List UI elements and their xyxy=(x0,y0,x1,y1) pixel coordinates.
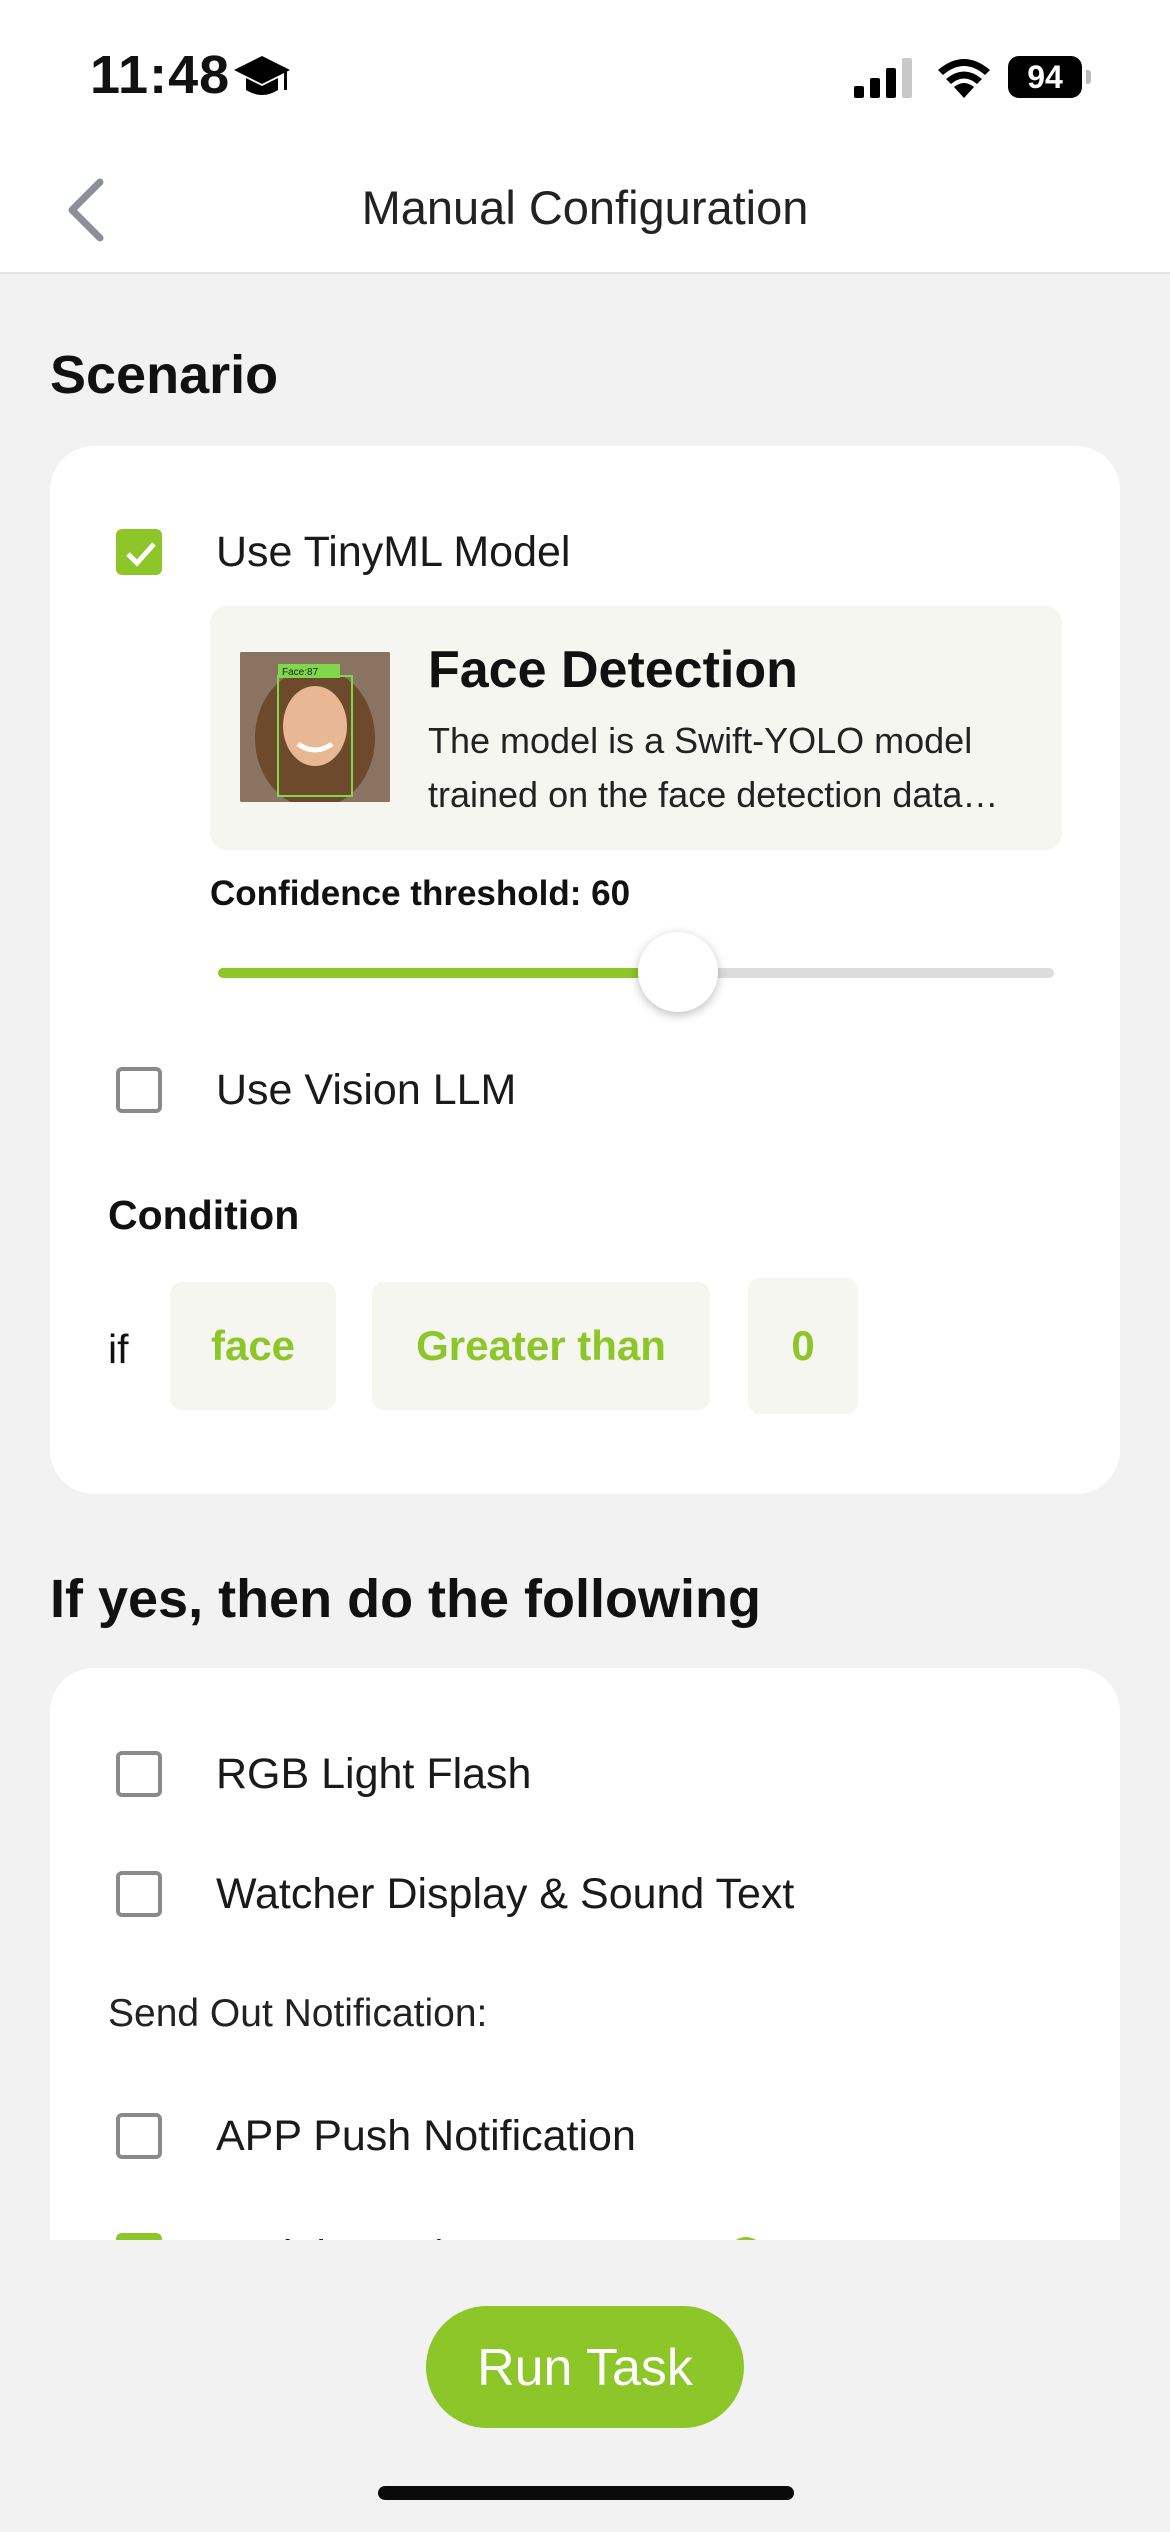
navigation-bar: Manual Configuration xyxy=(0,150,1170,274)
graduation-cap-icon xyxy=(234,56,290,95)
model-thumbnail: Face:87 xyxy=(240,652,390,802)
status-time: 11:48 xyxy=(90,45,231,105)
app-push-label: APP Push Notification xyxy=(216,2111,636,2160)
confidence-label: Confidence threshold: 60 xyxy=(210,874,631,913)
model-card[interactable]: Face:87 Face Detection The model is a Sw… xyxy=(210,606,1062,850)
page-title: Manual Configuration xyxy=(361,181,809,234)
app-push-checkbox[interactable] xyxy=(116,2113,162,2159)
watcher-checkbox[interactable] xyxy=(116,1871,162,1917)
condition-operator-select[interactable]: Greater than xyxy=(372,1282,710,1410)
checkmark-icon xyxy=(126,542,156,567)
condition-if-label: if xyxy=(108,1326,129,1372)
condition-title: Condition xyxy=(108,1192,300,1238)
cellular-signal-icon xyxy=(854,58,912,98)
home-indicator xyxy=(378,2486,794,2500)
notification-section-label: Send Out Notification: xyxy=(108,1992,488,2035)
watcher-toggle-row[interactable]: Watcher Display & Sound Text xyxy=(116,1862,794,1926)
condition-value-input[interactable]: 0 xyxy=(748,1278,858,1414)
run-task-button[interactable]: Run Task xyxy=(426,2306,744,2428)
model-name: Face Detection xyxy=(428,641,798,699)
confidence-slider[interactable] xyxy=(218,932,1054,1012)
battery-level: 94 xyxy=(1008,56,1082,98)
wifi-icon xyxy=(938,59,990,98)
actions-card: RGB Light Flash Watcher Display & Sound … xyxy=(50,1668,1120,2308)
vision-llm-label: Use Vision LLM xyxy=(216,1065,517,1114)
tinyml-toggle-row[interactable]: Use TinyML Model xyxy=(116,520,570,584)
status-bar: 11:48 94 xyxy=(0,0,1170,150)
tinyml-checkbox[interactable] xyxy=(116,529,162,575)
rgb-checkbox[interactable] xyxy=(116,1751,162,1797)
rgb-label: RGB Light Flash xyxy=(216,1749,532,1798)
scenario-card: Use TinyML Model Face:87 Face Detection … xyxy=(50,446,1120,1494)
scenario-title: Scenario xyxy=(50,345,279,405)
thumbnail-badge: Face:87 xyxy=(282,667,319,678)
condition-object-select[interactable]: face xyxy=(170,1282,336,1410)
model-description: The model is a Swift-YOLO model trained … xyxy=(428,720,999,815)
app-push-toggle-row[interactable]: APP Push Notification xyxy=(116,2104,636,2168)
actions-title: If yes, then do the following xyxy=(50,1569,761,1629)
vision-llm-toggle-row[interactable]: Use Vision LLM xyxy=(116,1058,516,1122)
rgb-toggle-row[interactable]: RGB Light Flash xyxy=(116,1742,531,1806)
tinyml-label: Use TinyML Model xyxy=(216,527,571,576)
vision-llm-checkbox[interactable] xyxy=(116,1067,162,1113)
battery-icon: 94 xyxy=(1008,56,1091,100)
watcher-label: Watcher Display & Sound Text xyxy=(216,1869,795,1918)
slider-fill xyxy=(218,968,678,978)
slider-handle[interactable] xyxy=(638,932,718,1012)
